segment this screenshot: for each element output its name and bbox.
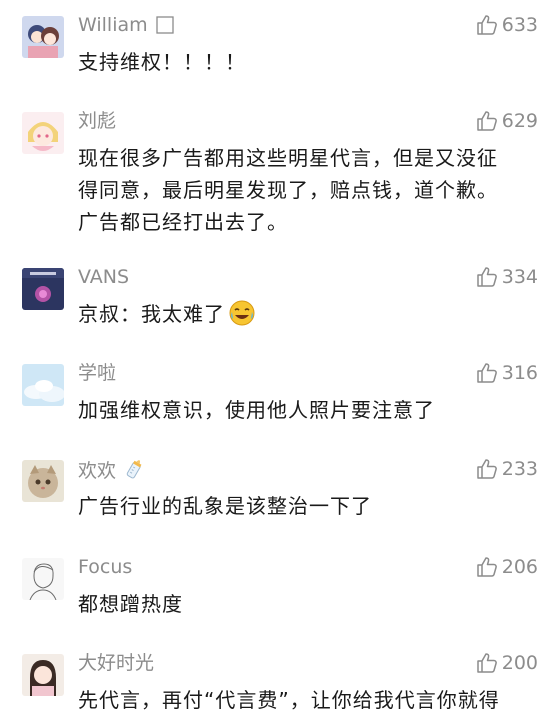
comment-line: 广告行业的乱象是该整治一下了	[78, 494, 372, 518]
comment-line-text: 京叔：我太难了	[78, 302, 225, 326]
comment-text: 广告行业的乱象是该整治一下了	[78, 490, 540, 522]
username[interactable]: William	[78, 12, 174, 41]
username-text: 学啦	[78, 362, 117, 384]
comment-text: 加强维权意识，使用他人照片要注意了	[78, 394, 540, 426]
comment-line: 先代言，再付“代言费”，让你给我代言你就得	[78, 688, 500, 712]
thumbs-up-icon	[476, 556, 498, 578]
username-text: 大好时光	[78, 652, 155, 674]
like-button[interactable]: 206	[476, 554, 538, 580]
username-text: VANS	[78, 266, 130, 288]
comment-line: 都想蹭热度	[78, 592, 183, 616]
avatar[interactable]	[22, 16, 64, 58]
avatar[interactable]	[22, 364, 64, 406]
comment-text: 现在很多广告都用这些明星代言，但是又没征 得同意，最后明星发现了，赔点钱，道个歉…	[78, 142, 540, 238]
username[interactable]: 学啦	[78, 360, 116, 386]
like-button[interactable]: 200	[476, 650, 538, 676]
avatar[interactable]	[22, 558, 64, 600]
like-count: 206	[501, 556, 538, 578]
username[interactable]: 欢欢	[78, 456, 146, 487]
like-count: 200	[501, 652, 538, 674]
like-count: 316	[501, 362, 538, 384]
like-button[interactable]: 233	[476, 456, 538, 482]
avatar[interactable]	[22, 268, 64, 310]
avatar[interactable]	[22, 460, 64, 502]
avatar[interactable]	[22, 654, 64, 696]
comment-text: 先代言，再付“代言费”，让你给我代言你就得	[78, 684, 540, 716]
like-button[interactable]: 629	[476, 108, 538, 134]
username-text: 欢欢	[78, 460, 117, 482]
comment-line: 得同意，最后明星发现了，赔点钱，道个歉。	[78, 178, 498, 202]
username[interactable]: 刘彪	[78, 108, 116, 134]
comment-list: William 633 支持维权！！！！ 刘彪 629 现在很多广告都用这些明星…	[0, 0, 560, 712]
white-square-icon	[156, 15, 174, 41]
comment-text: 都想蹭热度	[78, 588, 540, 620]
thumbs-up-icon	[476, 362, 498, 384]
username-text: Focus	[78, 556, 133, 578]
like-button[interactable]: 334	[476, 264, 538, 290]
thumbs-up-icon	[476, 14, 498, 36]
username-text: William	[78, 14, 148, 36]
baby-bottle-icon	[124, 456, 146, 487]
comment-line: 现在很多广告都用这些明星代言，但是又没征	[78, 146, 498, 170]
thumbs-up-icon	[476, 458, 498, 480]
thumbs-up-icon	[476, 266, 498, 288]
like-button[interactable]: 316	[476, 360, 538, 386]
like-count: 334	[501, 266, 538, 288]
like-button[interactable]: 633	[476, 12, 538, 38]
comment-text: 支持维权！！！！	[78, 46, 540, 78]
like-count: 233	[501, 458, 538, 480]
username[interactable]: Focus	[78, 554, 132, 580]
username[interactable]: 大好时光	[78, 650, 154, 676]
comment-line: 广告都已经打出去了。	[78, 210, 288, 234]
like-count: 629	[501, 110, 538, 132]
comment-line: 京叔：我太难了	[78, 298, 540, 335]
avatar[interactable]	[22, 112, 64, 154]
comment-text: 京叔：我太难了	[78, 298, 540, 335]
thumbs-up-icon	[476, 652, 498, 674]
like-count: 633	[501, 14, 538, 36]
comment-line: 加强维权意识，使用他人照片要注意了	[78, 398, 435, 422]
thumbs-up-icon	[476, 110, 498, 132]
username[interactable]: VANS	[78, 264, 129, 290]
comment-line: 支持维权！！！！	[78, 50, 246, 74]
crying-laughing-emoji-icon	[229, 300, 255, 335]
username-text: 刘彪	[78, 110, 117, 132]
